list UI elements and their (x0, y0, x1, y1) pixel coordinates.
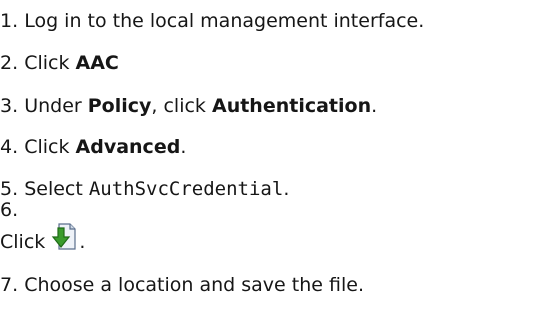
step-number: 5. (0, 178, 19, 200)
ui-term-advanced: Advanced (75, 136, 181, 158)
step-text: Choose a location and save the file. (24, 274, 364, 296)
step-number: 4. (0, 136, 19, 158)
ui-term-aac: AAC (75, 52, 119, 74)
step-3: 3. Under Policy, click Authentication. (0, 94, 377, 118)
step-number: 1. (0, 10, 19, 32)
step-text: Click (24, 52, 76, 74)
step-text: Log in to the local management interface… (24, 10, 425, 32)
step-text: . (283, 178, 290, 200)
step-2: 2. Click AAC (0, 51, 119, 75)
step-text: . (180, 136, 187, 158)
step-text: , click (151, 95, 212, 117)
step-text: Under (24, 95, 88, 117)
step-number: 7. (0, 274, 19, 296)
step-text: Click (24, 136, 76, 158)
ui-term-policy: Policy (87, 95, 152, 117)
step-number: 3. (0, 95, 19, 117)
code-term-authsvccredential: AuthSvcCredential (88, 178, 284, 200)
step-number: 2. (0, 52, 19, 74)
step-text: . (371, 95, 378, 117)
step-1: 1. Log in to the local management interf… (0, 9, 424, 33)
step-4: 4. Click Advanced. (0, 135, 186, 159)
step-7: 7. Choose a location and save the file. (0, 273, 364, 297)
step-number: 6. (0, 199, 19, 221)
step-5: 5. Select AuthSvcCredential. (0, 177, 289, 201)
ui-term-authentication: Authentication (211, 95, 372, 117)
step-text: Select (24, 178, 89, 200)
step-text: . (79, 231, 86, 253)
step-text: Click (0, 231, 52, 253)
download-file-icon (51, 222, 79, 252)
